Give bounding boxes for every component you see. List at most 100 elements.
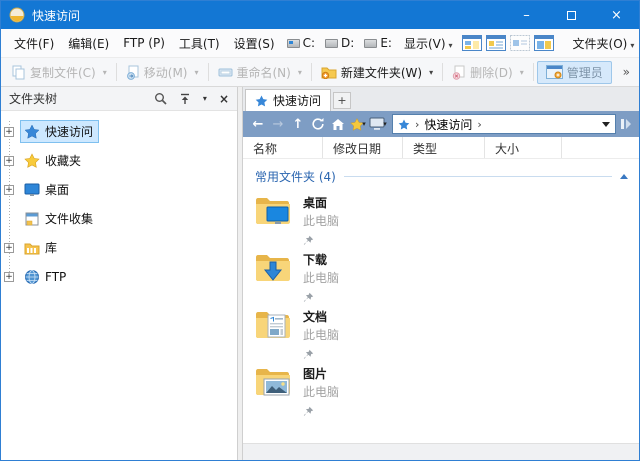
column-type[interactable]: 类型	[403, 137, 485, 158]
tree-item-libraries[interactable]: + 库	[1, 233, 237, 262]
drive-e-button[interactable]: E:	[359, 33, 397, 53]
folder-tree-panel: 文件夹树 ▾ × + 快速访问 +	[1, 87, 238, 460]
menu-folders[interactable]: 文件夹(O)▾	[566, 32, 640, 55]
group-header[interactable]: 常用文件夹 (4)	[255, 168, 631, 185]
chevron-down-icon[interactable]: ▾	[203, 94, 207, 103]
chevron-down-icon: ▾	[298, 68, 302, 77]
up-button[interactable]: ↑	[288, 117, 308, 132]
menu-tools[interactable]: 工具(T)	[172, 32, 227, 55]
minimize-button[interactable]: –	[504, 1, 549, 29]
column-size[interactable]: 大小	[485, 137, 562, 158]
layout-list-icon	[486, 35, 506, 51]
menu-edit[interactable]: 编辑(E)	[61, 32, 116, 55]
delete-button[interactable]: 删除(D) ▾	[446, 61, 530, 84]
expand-icon[interactable]: +	[4, 156, 14, 166]
app-window: 快速访问 – × 文件(F) 编辑(E) FTP (P) 工具(T) 设置(S)…	[0, 0, 640, 461]
drive-c-button[interactable]: C:	[282, 33, 320, 53]
pin-icon	[303, 231, 339, 250]
close-icon: ×	[611, 8, 622, 23]
column-name[interactable]: 名称	[243, 137, 323, 158]
menu-file[interactable]: 文件(F)	[7, 32, 61, 55]
tree-item-file-collection[interactable]: 文件收集	[1, 204, 237, 233]
menu-bar: 文件(F) 编辑(E) FTP (P) 工具(T) 设置(S) C: D: E:…	[1, 29, 639, 58]
maximize-button[interactable]	[549, 1, 594, 29]
breadcrumb-separator: ›	[415, 118, 419, 131]
search-icon[interactable]	[154, 92, 167, 105]
drive-icon	[364, 39, 377, 48]
refresh-icon	[311, 117, 325, 131]
layout-dual-icon	[534, 35, 554, 51]
layout-list-button[interactable]	[486, 35, 506, 51]
menu-ftp[interactable]: FTP (P)	[116, 33, 172, 53]
layout-quad-button[interactable]	[462, 35, 482, 51]
column-filler	[562, 137, 639, 158]
desktop-icon	[24, 183, 40, 197]
divider	[533, 63, 534, 81]
group-divider	[344, 176, 612, 177]
title-bar: 快速访问 – ×	[1, 1, 639, 29]
horizontal-scrollbar[interactable]	[243, 443, 639, 460]
pane-toggle-button[interactable]	[620, 118, 634, 130]
close-panel-icon[interactable]: ×	[219, 92, 229, 106]
address-dropdown-icon[interactable]	[602, 122, 610, 127]
minimize-icon: –	[523, 8, 530, 23]
move-button[interactable]: 移动(M) ▾	[120, 61, 205, 84]
menu-settings[interactable]: 设置(S)	[227, 32, 282, 55]
folder-tree-title: 文件夹树	[9, 90, 57, 107]
drive-icon	[287, 39, 300, 48]
toolbar-overflow-icon[interactable]: »	[623, 65, 634, 79]
admin-button[interactable]: 管理员	[537, 61, 612, 84]
rename-button[interactable]: 重命名(N) ▾	[212, 61, 308, 84]
layout-split-button[interactable]	[510, 35, 530, 51]
expand-icon[interactable]: +	[4, 185, 14, 195]
column-date-modified[interactable]: 修改日期	[323, 137, 403, 158]
chevron-down-icon: ▾	[194, 68, 198, 77]
item-name: 文档	[303, 308, 339, 325]
chevron-down-icon: ▾	[520, 68, 524, 77]
main-area: 文件夹树 ▾ × + 快速访问 +	[1, 87, 639, 460]
globe-icon	[24, 269, 40, 285]
pin-icon	[303, 345, 339, 364]
forward-button[interactable]: →	[268, 117, 288, 132]
folder-item-downloads[interactable]: 下载 此电脑	[255, 251, 631, 308]
item-name: 桌面	[303, 194, 339, 211]
collapse-to-top-icon[interactable]	[179, 93, 191, 105]
file-collection-icon	[24, 211, 40, 226]
new-tab-button[interactable]: +	[333, 92, 351, 109]
column-headers: 名称 修改日期 类型 大小	[243, 137, 639, 159]
layout-split-icon	[510, 35, 530, 51]
tree-item-quick-access[interactable]: + 快速访问	[1, 117, 237, 146]
expand-icon[interactable]: +	[4, 243, 14, 253]
layout-dual-button[interactable]	[534, 35, 554, 51]
refresh-button[interactable]	[308, 117, 328, 131]
breadcrumb[interactable]: 快速访问	[424, 116, 472, 133]
divider	[208, 63, 209, 81]
drive-d-button[interactable]: D:	[320, 33, 359, 53]
chevron-down-icon: ▾	[630, 41, 634, 50]
folder-item-desktop[interactable]: 桌面 此电脑	[255, 194, 631, 251]
new-folder-icon	[321, 65, 337, 79]
home-button[interactable]	[328, 118, 348, 131]
move-icon	[126, 65, 140, 80]
tree-item-desktop[interactable]: + 桌面	[1, 175, 237, 204]
expand-icon[interactable]: +	[4, 127, 14, 137]
tree-item-favorites[interactable]: + 收藏夹	[1, 146, 237, 175]
folder-item-pictures[interactable]: 图片 此电脑	[255, 365, 631, 422]
close-button[interactable]: ×	[594, 1, 639, 29]
new-folder-button[interactable]: 新建文件夹(W) ▾	[315, 61, 439, 84]
computer-button[interactable]: ▾	[368, 117, 388, 131]
favorites-button[interactable]: ▾	[348, 118, 368, 131]
folder-item-documents[interactable]: 文档 此电脑	[255, 308, 631, 365]
copy-button[interactable]: 复制文件(C) ▾	[6, 61, 113, 84]
tree-item-ftp[interactable]: + FTP	[1, 262, 237, 291]
tab-quick-access[interactable]: 快速访问	[245, 89, 331, 111]
window-title: 快速访问	[32, 7, 80, 24]
star-yellow-icon	[24, 153, 40, 168]
address-bar[interactable]: › 快速访问 ›	[392, 114, 616, 134]
menu-view[interactable]: 显示(V)▾	[397, 32, 460, 55]
chevron-down-icon: ▾	[103, 68, 107, 77]
expand-icon[interactable]: +	[4, 272, 14, 282]
back-button[interactable]: ←	[248, 117, 268, 132]
divider	[311, 63, 312, 81]
chevron-up-icon[interactable]	[620, 174, 628, 179]
